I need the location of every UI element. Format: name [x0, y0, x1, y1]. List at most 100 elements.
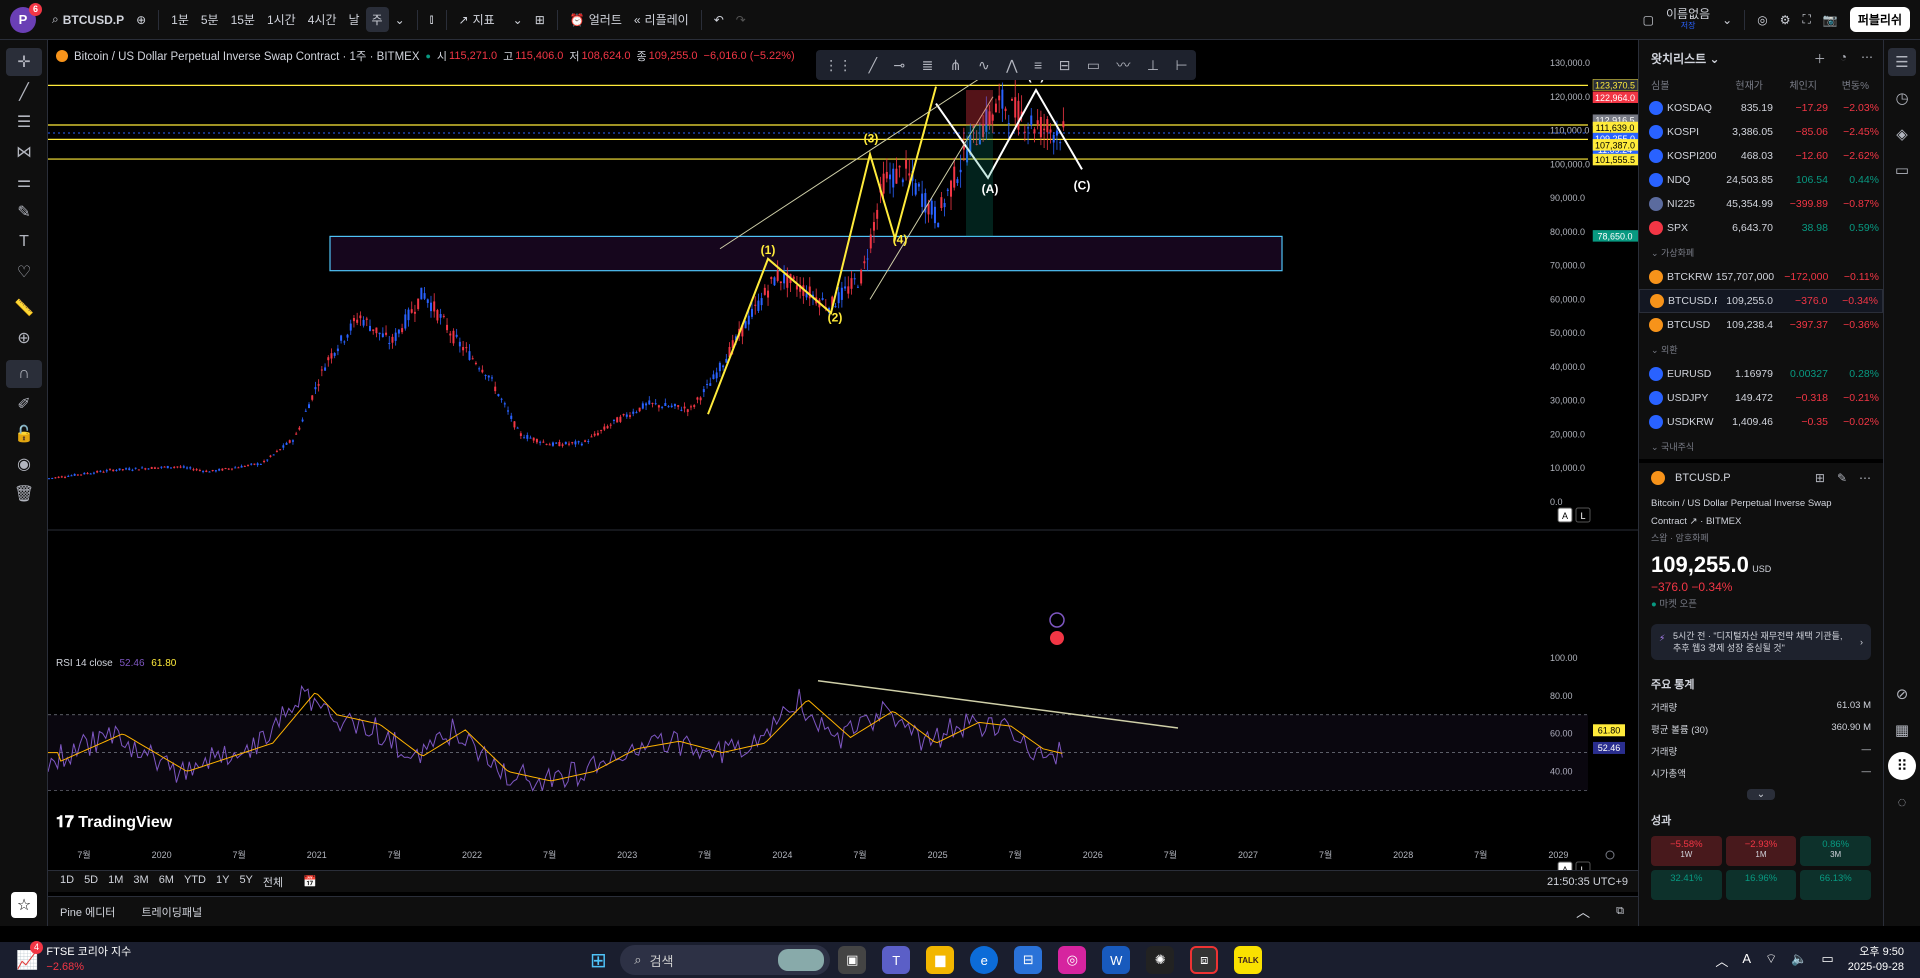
capture-icon[interactable]: ⧈ — [1190, 946, 1219, 974]
fib-icon[interactable]: ☰ — [6, 108, 42, 136]
magnet-icon[interactable]: ∩ — [6, 360, 42, 388]
taskbar-search[interactable]: ⌕ 검색 — [620, 945, 831, 975]
publish-button[interactable]: 퍼블리쉬 — [1849, 7, 1910, 32]
calendar-icon[interactable]: ▦ — [1888, 716, 1916, 744]
interval-dropdown[interactable]: ⌄ — [389, 9, 411, 31]
watchlist-row[interactable]: NDQ 24,503.85 106.54 0.44% — [1639, 168, 1883, 192]
wifi-icon[interactable]: ⌔ — [1765, 951, 1777, 970]
symbol-search[interactable]: ⌕ BTCUSD.P — [46, 8, 130, 31]
perf-cell[interactable]: −2.93% 1M — [1725, 836, 1797, 866]
watchlist-row[interactable]: NI225 45,354.99 −399.89 −0.87% — [1639, 192, 1883, 216]
lock-drawing-icon[interactable]: ✐ — [6, 390, 42, 418]
watchlist-row[interactable]: KOSDAQ 835.19 −17.29 −2.03% — [1639, 96, 1883, 120]
zoom-in-icon[interactable]: ⊕ — [6, 324, 42, 352]
chatgpt-icon[interactable]: ✺ — [1146, 946, 1175, 974]
layout-toggle[interactable]: ▢ — [1637, 9, 1660, 31]
watchlist-group[interactable]: ⌄ 국내주식 — [1639, 434, 1883, 459]
grid-icon[interactable]: ⊞ — [1815, 471, 1825, 485]
watchlist-group[interactable]: ⌄ 외환 — [1639, 337, 1883, 362]
fullscreen-button[interactable]: ⛶ — [1796, 8, 1816, 31]
range-button-4[interactable]: 6M — [159, 874, 174, 890]
watchlist-group[interactable]: ⌄ 가상화폐 — [1639, 240, 1883, 265]
edit-icon[interactable]: ✎ — [1837, 471, 1847, 485]
watchlist-row[interactable]: EURUSD 1.16979 0.00327 0.28% — [1639, 362, 1883, 386]
watchlist-row[interactable]: BTCUSD.P 109,255.0 −376.0 −0.34% — [1639, 289, 1883, 313]
file-explorer-icon[interactable]: ▆ — [926, 946, 955, 974]
watchlist-row[interactable]: KOSPI 3,386.05 −85.06 −2.45% — [1639, 120, 1883, 144]
range-button-7[interactable]: 5Y — [239, 874, 252, 890]
alert-button[interactable]: ⏰ 얼러트 — [564, 7, 628, 32]
chart-pane[interactable]: 130,000.0 120,000.0 110,000.0 100,000.0 90,0… — [48, 40, 1638, 870]
heart-icon[interactable]: ♡ — [6, 258, 42, 286]
pattern-icon[interactable]: ⋈ — [6, 138, 42, 166]
trendline-icon[interactable]: ╱ — [6, 78, 42, 106]
col-change[interactable]: 체인지 — [1763, 77, 1817, 92]
more-icon[interactable]: ⋯ — [1861, 50, 1873, 67]
watchlist-row[interactable]: USDJPY 149.472 −0.318 −0.21% — [1639, 386, 1883, 410]
abcd-tool-icon[interactable]: ⋀ — [1006, 57, 1017, 74]
snapshot-button[interactable]: 📷 — [1817, 9, 1844, 31]
eye-icon[interactable]: ◉ — [6, 450, 42, 478]
add-symbol-icon[interactable]: ＋ — [1814, 50, 1826, 67]
compare-button[interactable]: ⊕ — [130, 9, 152, 31]
date-range-tool-icon[interactable]: ⊢ — [1175, 57, 1187, 74]
brush-icon[interactable]: ✎ — [6, 198, 42, 226]
kakaotalk-icon[interactable]: TALK — [1234, 946, 1263, 974]
rect-tool-icon[interactable]: ▭ — [1087, 57, 1100, 74]
watchlist-icon[interactable]: ☰ — [1888, 48, 1916, 76]
help-icon[interactable]: ◌ — [1888, 788, 1916, 816]
layers-icon[interactable]: ◈ — [1888, 120, 1916, 148]
profile-avatar[interactable]: P6 — [10, 2, 42, 33]
range-tool-icon[interactable]: ⊥ — [1147, 57, 1159, 74]
pitchfork-tool-icon[interactable]: ⋔ — [950, 57, 962, 74]
curve-tool-icon[interactable]: 〰 — [1116, 55, 1130, 75]
interval-4[interactable]: 4시간 — [302, 7, 343, 32]
tab-trading-panel[interactable]: 트레이딩패널 — [141, 904, 202, 920]
expand-stats-button[interactable]: ⌄ — [1746, 789, 1776, 800]
range-button-1[interactable]: 5D — [84, 874, 98, 890]
undo-button[interactable]: ↶ — [708, 9, 730, 31]
ime-icon[interactable]: A — [1742, 951, 1751, 970]
channel-tool-icon[interactable]: ≣ — [922, 57, 934, 74]
fib-tool-icon[interactable]: ≡ — [1034, 57, 1042, 73]
alerts-clock-icon[interactable]: ◷ — [1888, 84, 1916, 112]
layout-dropdown[interactable]: ⌄ — [1716, 9, 1738, 31]
forecast-icon[interactable]: ⚌ — [6, 168, 42, 196]
watchlist-row[interactable]: SPX 6,643.70 38.98 0.59% — [1639, 216, 1883, 240]
apps-icon[interactable]: ⠿ — [1888, 752, 1916, 780]
more-icon[interactable]: ⋯ — [1859, 471, 1871, 485]
calendar-icon[interactable]: 📅 — [303, 875, 317, 888]
store-icon[interactable]: ⊟ — [1014, 946, 1043, 974]
trash-icon[interactable]: 🗑 — [6, 480, 42, 508]
maximize-panel-icon[interactable]: ⧉ — [1616, 905, 1624, 918]
chart-type-button[interactable]: ⫾ — [424, 8, 440, 31]
chat-icon[interactable]: ▭ — [1888, 156, 1916, 184]
volume-icon[interactable]: 🔈 — [1791, 951, 1807, 970]
interval-1[interactable]: 5분 — [195, 7, 225, 32]
lock-icon[interactable]: 🔓 — [6, 420, 42, 448]
instagram-icon[interactable]: ◎ — [1058, 946, 1087, 974]
range-button-3[interactable]: 3M — [133, 874, 148, 890]
text-icon[interactable]: T — [6, 228, 42, 256]
gann-tool-icon[interactable]: ⊟ — [1059, 57, 1071, 74]
interval-5[interactable]: 날 — [343, 7, 366, 32]
col-change-pct[interactable]: 변동% — [1817, 77, 1869, 92]
perf-cell[interactable]: 32.41% — [1651, 870, 1722, 900]
chevron-up-icon[interactable]: ︿ — [1576, 902, 1590, 922]
replay-button[interactable]: «리플레이 — [628, 7, 695, 32]
range-button-5[interactable]: YTD — [184, 874, 206, 890]
indicators-button[interactable]: ↗ 지표 ⌄ — [453, 7, 529, 32]
range-button-6[interactable]: 1Y — [216, 874, 229, 890]
interval-2[interactable]: 15분 — [225, 7, 261, 32]
layout-name[interactable]: 이름없음 저장 — [1660, 5, 1716, 35]
star-icon[interactable]: ☆ — [11, 892, 37, 918]
templates-button[interactable]: ⊞ — [529, 9, 551, 31]
task-view-icon[interactable]: ▣ — [838, 946, 867, 974]
redo-button[interactable]: ↷ — [730, 9, 752, 31]
news-card[interactable]: ⚡ 5시간 전 · "디지털자산 재무전략 채택 기관들, 추후 웹3 경제 성… — [1651, 624, 1871, 660]
word-icon[interactable]: W — [1102, 946, 1131, 974]
interval-3[interactable]: 1시간 — [261, 7, 302, 32]
watchlist-row[interactable]: KOSPI200 468.03 −12.60 −2.62% — [1639, 144, 1883, 168]
interval-6[interactable]: 주 — [365, 7, 389, 32]
wave-tool-icon[interactable]: ∿ — [978, 57, 990, 74]
